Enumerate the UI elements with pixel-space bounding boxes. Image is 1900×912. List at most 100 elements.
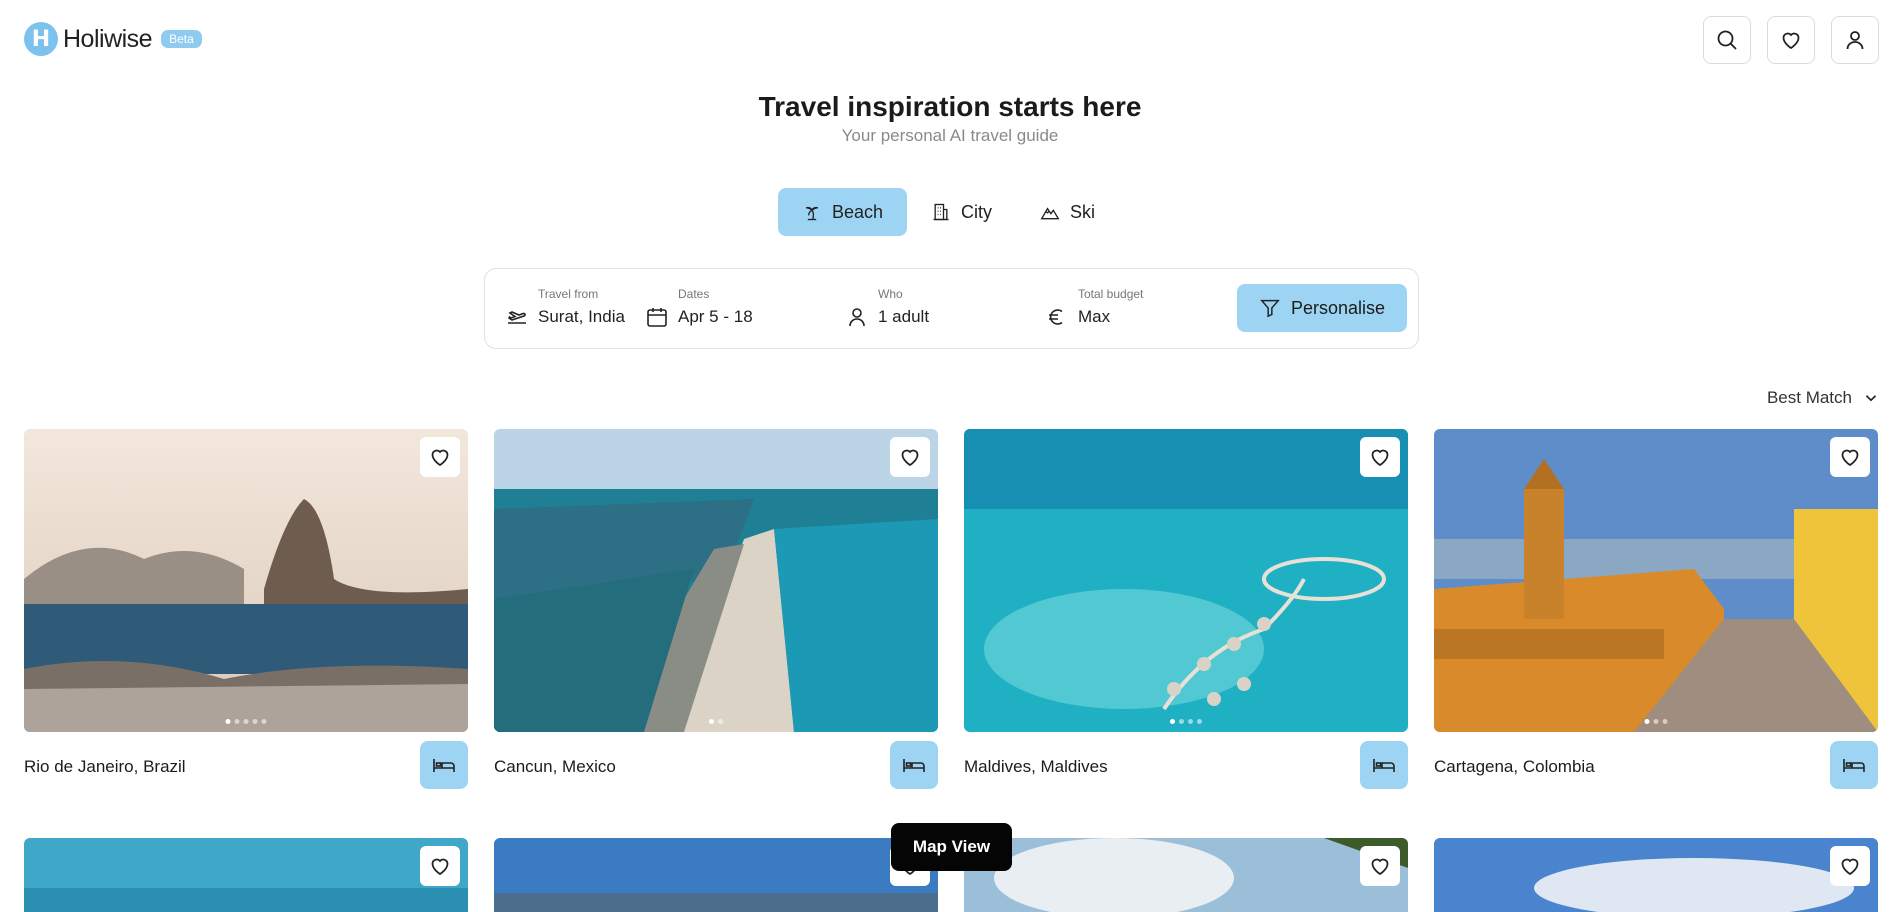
plane-icon xyxy=(507,311,526,324)
chevron-down-icon xyxy=(1865,395,1877,402)
dates-field[interactable]: Dates Apr 5 - 18 xyxy=(678,287,753,327)
who-label: Who xyxy=(878,287,903,301)
destination-image[interactable] xyxy=(1434,838,1878,912)
heart-icon xyxy=(431,858,449,876)
travel-from-label: Travel from xyxy=(538,287,599,301)
destination-card[interactable]: Maldives, Maldives xyxy=(964,429,1408,789)
favorite-button[interactable] xyxy=(1360,846,1400,886)
destination-image[interactable] xyxy=(964,429,1408,732)
tab-ski[interactable]: Ski xyxy=(1016,188,1119,236)
destination-name: Rio de Janeiro, Brazil xyxy=(24,757,186,776)
page-subtitle: Your personal AI travel guide xyxy=(841,126,1059,145)
palm-tree-icon xyxy=(805,206,819,221)
euro-icon xyxy=(1049,309,1063,325)
destination-card[interactable] xyxy=(964,838,1408,912)
heart-icon xyxy=(431,449,449,467)
rio-photo xyxy=(24,429,468,732)
destination-image[interactable] xyxy=(1434,429,1878,732)
hotels-button[interactable] xyxy=(420,741,468,789)
dates-value: Apr 5 - 18 xyxy=(678,307,753,326)
hotels-button[interactable] xyxy=(890,741,938,789)
destination-card[interactable] xyxy=(24,838,468,912)
sort-dropdown[interactable]: Best Match xyxy=(1767,388,1880,408)
who-value: 1 adult xyxy=(878,307,930,326)
favorite-button[interactable] xyxy=(1830,437,1870,477)
header: H Holiwise Beta xyxy=(0,0,1900,80)
hotels-button[interactable] xyxy=(1830,741,1878,789)
destination-card[interactable]: Cancun, Mexico xyxy=(494,429,938,789)
calendar-icon xyxy=(647,308,667,327)
personalise-button[interactable]: Personalise xyxy=(1237,284,1407,332)
bed-icon xyxy=(433,759,455,772)
heart-icon xyxy=(1841,449,1859,467)
destination-name: Cancun, Mexico xyxy=(494,757,616,776)
cancun-photo xyxy=(494,429,938,732)
destination-photo xyxy=(494,838,938,912)
budget-field[interactable]: Total budget Max xyxy=(1078,287,1143,327)
bed-icon xyxy=(1843,759,1865,772)
who-field[interactable]: Who 1 adult xyxy=(878,287,929,327)
search-panel: Travel from Surat, India Dates Apr 5 - 1… xyxy=(484,268,1419,349)
heart-icon xyxy=(1841,858,1859,876)
favorite-button[interactable] xyxy=(420,846,460,886)
maldives-photo xyxy=(964,429,1408,732)
user-icon xyxy=(1846,31,1864,50)
destination-card[interactable] xyxy=(494,838,938,912)
person-icon xyxy=(849,308,865,327)
tab-city-label: City xyxy=(961,201,993,222)
logo-text: Holiwise xyxy=(63,24,153,53)
carousel-dots xyxy=(225,719,267,724)
favorite-button[interactable] xyxy=(890,437,930,477)
page-title: Travel inspiration starts here xyxy=(758,91,1142,122)
mountain-icon xyxy=(1040,207,1060,220)
travel-from-value: Surat, India xyxy=(538,307,625,326)
building-icon xyxy=(933,203,949,221)
destination-name: Maldives, Maldives xyxy=(964,757,1108,776)
hotels-button[interactable] xyxy=(1360,741,1408,789)
destination-photo xyxy=(1434,838,1878,912)
logo[interactable]: H Holiwise Beta xyxy=(24,22,202,56)
destination-photo xyxy=(964,838,1408,912)
travel-from-field[interactable]: Travel from Surat, India xyxy=(538,287,625,327)
tab-beach[interactable]: Beach xyxy=(778,188,908,236)
destination-card[interactable]: Cartagena, Colombia xyxy=(1434,429,1878,789)
sort-label: Best Match xyxy=(1766,388,1852,407)
logo-mark: H xyxy=(24,22,58,56)
search-button[interactable] xyxy=(1703,16,1751,64)
search-icon xyxy=(1717,30,1737,50)
destination-image[interactable] xyxy=(494,838,938,912)
bed-icon xyxy=(1373,759,1395,772)
heart-icon xyxy=(1371,858,1389,876)
favorite-button[interactable] xyxy=(420,437,460,477)
carousel-dots xyxy=(1170,719,1202,724)
tab-ski-label: Ski xyxy=(1070,201,1096,222)
destination-image[interactable] xyxy=(24,429,468,732)
destination-image[interactable] xyxy=(24,838,468,912)
category-tabs: Beach City Ski xyxy=(778,188,1119,236)
tab-city[interactable]: City xyxy=(907,188,1016,236)
favorite-button[interactable] xyxy=(1360,437,1400,477)
budget-value: Max xyxy=(1078,307,1111,326)
heart-icon xyxy=(1782,32,1800,50)
personalise-label: Personalise xyxy=(1290,297,1386,318)
destination-image[interactable] xyxy=(964,838,1408,912)
favorites-button[interactable] xyxy=(1767,16,1815,64)
dates-label: Dates xyxy=(678,287,710,301)
destination-photo xyxy=(24,838,468,912)
budget-label: Total budget xyxy=(1078,287,1144,301)
destination-name: Cartagena, Colombia xyxy=(1434,757,1595,776)
filter-icon xyxy=(1260,299,1280,318)
account-button[interactable] xyxy=(1831,16,1879,64)
favorite-button[interactable] xyxy=(1830,846,1870,886)
destination-image[interactable] xyxy=(494,429,938,732)
cartagena-photo xyxy=(1434,429,1878,732)
bed-icon xyxy=(903,759,925,772)
destination-card[interactable] xyxy=(1434,838,1878,912)
beta-badge: Beta xyxy=(161,30,202,48)
map-view-button[interactable]: Map View xyxy=(891,823,1012,871)
heart-icon xyxy=(901,449,919,467)
tab-beach-label: Beach xyxy=(832,201,884,222)
carousel-dots xyxy=(1644,719,1668,724)
destination-card[interactable]: Rio de Janeiro, Brazil xyxy=(24,429,468,789)
carousel-dots xyxy=(709,719,723,724)
